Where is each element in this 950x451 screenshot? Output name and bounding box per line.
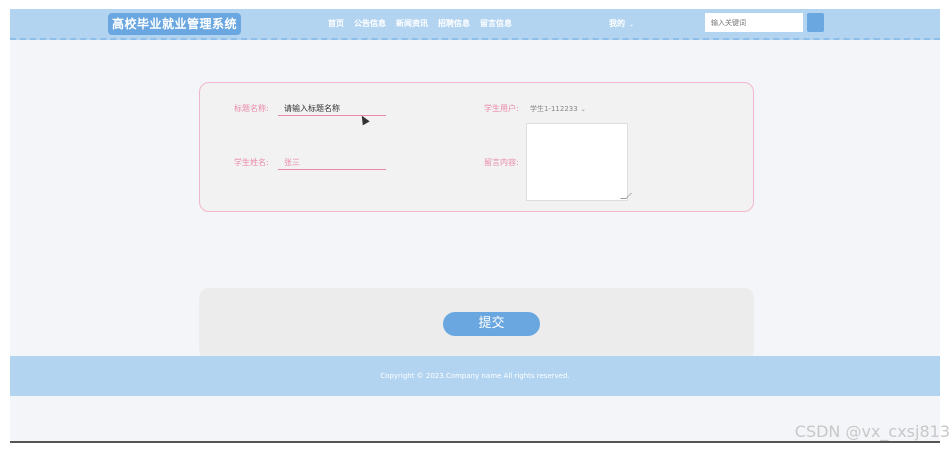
submit-button[interactable]: 提交 xyxy=(443,312,540,336)
nav-messages[interactable]: 留言信息 xyxy=(480,9,512,38)
top-nav-bar: 高校毕业就业管理系统 首页 公告信息 新闻资讯 招聘信息 留言信息 我的 ⌄ xyxy=(10,9,940,40)
submit-panel: 提交 xyxy=(199,288,754,360)
resize-grip-icon[interactable] xyxy=(620,193,632,199)
nav-announcements[interactable]: 公告信息 xyxy=(354,9,386,38)
main-nav: 首页 公告信息 新闻资讯 招聘信息 留言信息 xyxy=(328,9,522,38)
student-name-input-value: 张三 xyxy=(284,158,300,167)
page: 高校毕业就业管理系统 首页 公告信息 新闻资讯 招聘信息 留言信息 我的 ⌄ 标题… xyxy=(10,9,940,442)
my-menu[interactable]: 我的 ⌄ xyxy=(609,9,634,39)
title-input-value: 请输入标题名称 xyxy=(284,104,340,113)
nav-recruitment[interactable]: 招聘信息 xyxy=(438,9,470,38)
nav-home[interactable]: 首页 xyxy=(328,9,344,38)
search-button[interactable] xyxy=(807,13,824,32)
chevron-down-icon: ⌄ xyxy=(629,21,635,28)
message-content-label: 留言内容: xyxy=(484,158,519,167)
my-menu-label: 我的 xyxy=(609,19,625,28)
student-user-select[interactable]: 学生1-112233 ⌄ xyxy=(530,103,586,116)
title-input[interactable]: 请输入标题名称 xyxy=(278,103,386,116)
student-user-select-value: 学生1-112233 xyxy=(530,105,578,113)
watermark: CSDN @vx_cxsj813 xyxy=(794,422,950,441)
nav-news[interactable]: 新闻资讯 xyxy=(396,9,428,38)
chevron-down-icon: ⌄ xyxy=(580,106,586,113)
search-input[interactable] xyxy=(705,13,803,32)
student-name-input[interactable]: 张三 xyxy=(278,157,386,170)
site-logo[interactable]: 高校毕业就业管理系统 xyxy=(108,13,242,35)
student-user-label: 学生用户: xyxy=(484,104,519,113)
title-label: 标题名称: xyxy=(234,104,269,113)
message-form: 标题名称: 请输入标题名称 学生用户: 学生1-112233 ⌄ 学生姓名: 张三… xyxy=(199,82,754,212)
message-content-textarea[interactable] xyxy=(526,123,632,201)
copyright-text: Copyright © 2023.Company name All rights… xyxy=(380,372,570,380)
student-name-label: 学生姓名: xyxy=(234,158,269,167)
footer: Copyright © 2023.Company name All rights… xyxy=(10,356,940,396)
